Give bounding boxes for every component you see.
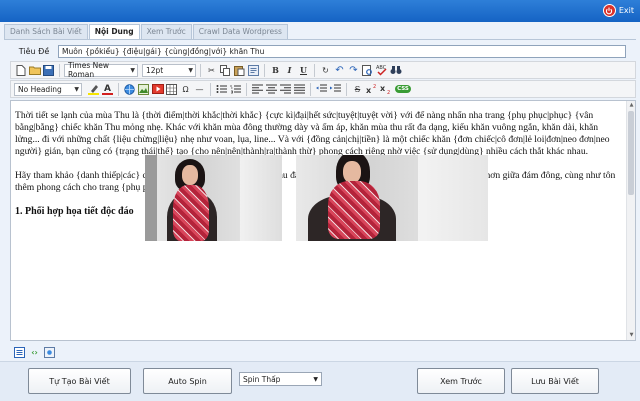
editor-toolbar-format: No Heading ▼ A Ω — S x2 x2 CSS [10, 80, 636, 98]
subscript-icon[interactable]: x2 [379, 83, 392, 96]
numbered-list-icon[interactable] [229, 83, 242, 96]
insert-image-icon[interactable] [137, 83, 150, 96]
link-icon[interactable] [123, 83, 136, 96]
action-bar: Tự Tạo Bài Viết Auto Spin Spin Thấp ▼ Xe… [0, 361, 640, 401]
paste-icon[interactable] [233, 64, 246, 77]
tab-crawl-wordpress[interactable]: Crawl Data Wordpress [192, 24, 288, 39]
article-image-right [296, 155, 488, 241]
svg-text:x: x [380, 84, 386, 93]
scroll-down-icon[interactable]: ▼ [627, 331, 635, 340]
font-size-value: 12pt [146, 65, 164, 75]
chevron-down-icon: ▼ [130, 66, 135, 74]
tab-article-list[interactable]: Danh Sách Bài Viết [4, 24, 88, 39]
bullet-list-icon[interactable] [215, 83, 228, 96]
exit-button[interactable]: Exit [602, 4, 634, 17]
italic-button[interactable]: I [283, 64, 296, 77]
svg-text:A: A [104, 84, 111, 94]
article-paragraph: Thời tiết se lạnh của mùa Thu là {thời đ… [15, 110, 610, 157]
tab-divider [4, 39, 636, 40]
underline-button[interactable]: U [297, 64, 310, 77]
tab-preview[interactable]: Xem Trước [140, 24, 192, 39]
paste-text-icon[interactable] [247, 64, 260, 77]
outdent-icon[interactable] [315, 83, 328, 96]
toolbar-separator [59, 63, 60, 77]
article-image-left [145, 155, 282, 241]
css-button[interactable]: CSS [393, 83, 413, 96]
exit-label: Exit [618, 6, 634, 15]
tab-bar: Danh Sách Bài Viết Nội Dung Xem Trước Cr… [4, 24, 288, 40]
create-article-button[interactable]: Tự Tạo Bài Viết [28, 368, 131, 394]
toolbar-separator [210, 82, 211, 96]
editor-scrollbar[interactable]: ▲ ▼ [626, 101, 635, 340]
title-row: Tiêu Đề [10, 44, 626, 58]
spin-level-value: Spin Thấp [243, 374, 281, 384]
chevron-down-icon: ▼ [313, 375, 318, 383]
redo-icon[interactable]: ↷ [347, 64, 360, 77]
spellcheck-icon[interactable]: ABC [375, 64, 388, 77]
svg-text:2: 2 [373, 84, 376, 90]
editor-mode-bar: ‹› [14, 346, 55, 358]
special-char-icon[interactable]: Ω [179, 83, 192, 96]
svg-text:2: 2 [387, 90, 390, 94]
align-center-icon[interactable] [265, 83, 278, 96]
toolbar-separator [314, 63, 315, 77]
refresh-icon[interactable]: ↻ [319, 64, 332, 77]
title-label: Tiêu Đề [18, 46, 50, 56]
heading-value: No Heading [18, 84, 62, 94]
title-input[interactable] [58, 44, 626, 58]
insert-table-icon[interactable] [165, 83, 178, 96]
power-icon [602, 4, 616, 17]
font-family-select[interactable]: Times New Roman ▼ [64, 61, 138, 79]
superscript-icon[interactable]: x2 [365, 83, 378, 96]
design-view-icon[interactable] [14, 346, 25, 358]
toolbar-separator [264, 63, 265, 77]
preview-view-icon[interactable] [44, 346, 55, 358]
tab-content[interactable]: Nội Dung [88, 24, 140, 40]
toolbar-separator [246, 82, 247, 96]
scroll-thumb[interactable] [628, 111, 634, 195]
find-icon[interactable] [361, 64, 374, 77]
binoculars-icon[interactable] [389, 64, 402, 77]
bold-button[interactable]: B [269, 64, 282, 77]
open-folder-icon[interactable] [28, 64, 41, 77]
cut-icon[interactable]: ✂ [205, 64, 218, 77]
toolbar-separator [346, 82, 347, 96]
auto-spin-button[interactable]: Auto Spin [143, 368, 232, 394]
align-left-icon[interactable] [251, 83, 264, 96]
undo-icon[interactable]: ↶ [333, 64, 346, 77]
font-size-select[interactable]: 12pt ▼ [142, 63, 196, 77]
save-article-button[interactable]: Lưu Bài Viết [511, 368, 599, 394]
toolbar-separator [118, 82, 119, 96]
strikethrough-button[interactable]: S [351, 83, 364, 96]
font-family-value: Times New Roman [68, 61, 110, 79]
css-label: CSS [395, 85, 411, 93]
toolbar-separator [200, 63, 201, 77]
horizontal-rule-icon[interactable]: — [193, 83, 206, 96]
chevron-down-icon: ▼ [188, 66, 193, 74]
heading-select[interactable]: No Heading ▼ [14, 82, 82, 96]
save-icon[interactable] [42, 64, 55, 77]
new-document-icon[interactable] [14, 64, 27, 77]
spin-level-select[interactable]: Spin Thấp ▼ [239, 372, 322, 386]
align-justify-icon[interactable] [293, 83, 306, 96]
align-right-icon[interactable] [279, 83, 292, 96]
title-bar: Exit [0, 0, 640, 22]
toolbar-separator [310, 82, 311, 96]
svg-text:x: x [366, 86, 372, 94]
highlight-icon[interactable] [87, 83, 100, 96]
copy-icon[interactable] [219, 64, 232, 77]
editor-toolbar-top: Times New Roman ▼ 12pt ▼ ✂ B I U ↻ ↶ ↷ ABC [10, 61, 636, 79]
preview-button[interactable]: Xem Trước [417, 368, 505, 394]
chevron-down-icon: ▼ [74, 85, 79, 93]
font-color-icon[interactable]: A [101, 83, 114, 96]
insert-media-icon[interactable] [151, 83, 164, 96]
scroll-up-icon[interactable]: ▲ [627, 101, 635, 110]
indent-icon[interactable] [329, 83, 342, 96]
html-view-icon[interactable]: ‹› [29, 347, 40, 358]
